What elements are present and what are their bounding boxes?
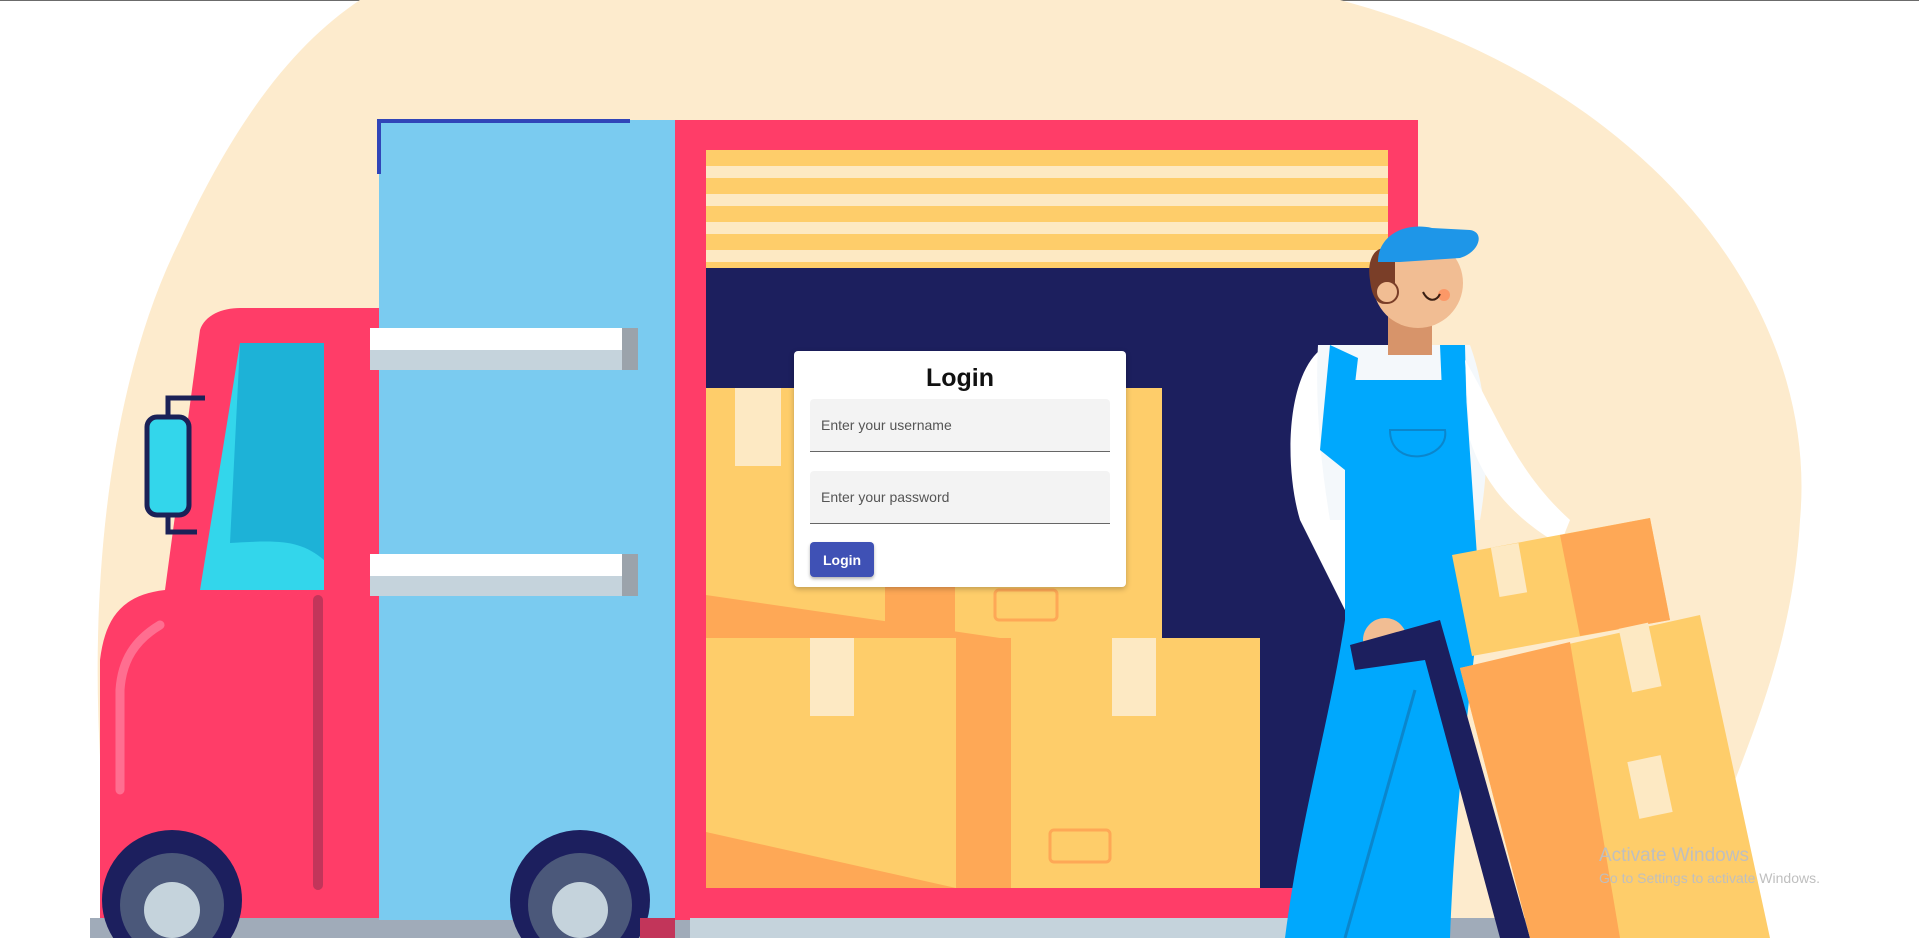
truck-blue-panel	[379, 120, 675, 920]
side-mirror	[144, 414, 192, 518]
cab-window-shade	[230, 343, 324, 560]
cab-door-line	[313, 595, 323, 890]
username-input[interactable]	[810, 399, 1110, 451]
rail-top-shade	[370, 350, 622, 370]
login-button[interactable]: Login	[810, 542, 875, 577]
username-field-container	[810, 399, 1110, 452]
login-title: Login	[925, 364, 995, 392]
login-card: Login Login	[794, 351, 1126, 587]
rail-top-end	[622, 328, 638, 370]
password-input[interactable]	[810, 471, 1110, 523]
rail-bottom-end	[622, 554, 638, 596]
password-field-container	[810, 471, 1110, 524]
rail-bottom-shade	[370, 576, 622, 596]
